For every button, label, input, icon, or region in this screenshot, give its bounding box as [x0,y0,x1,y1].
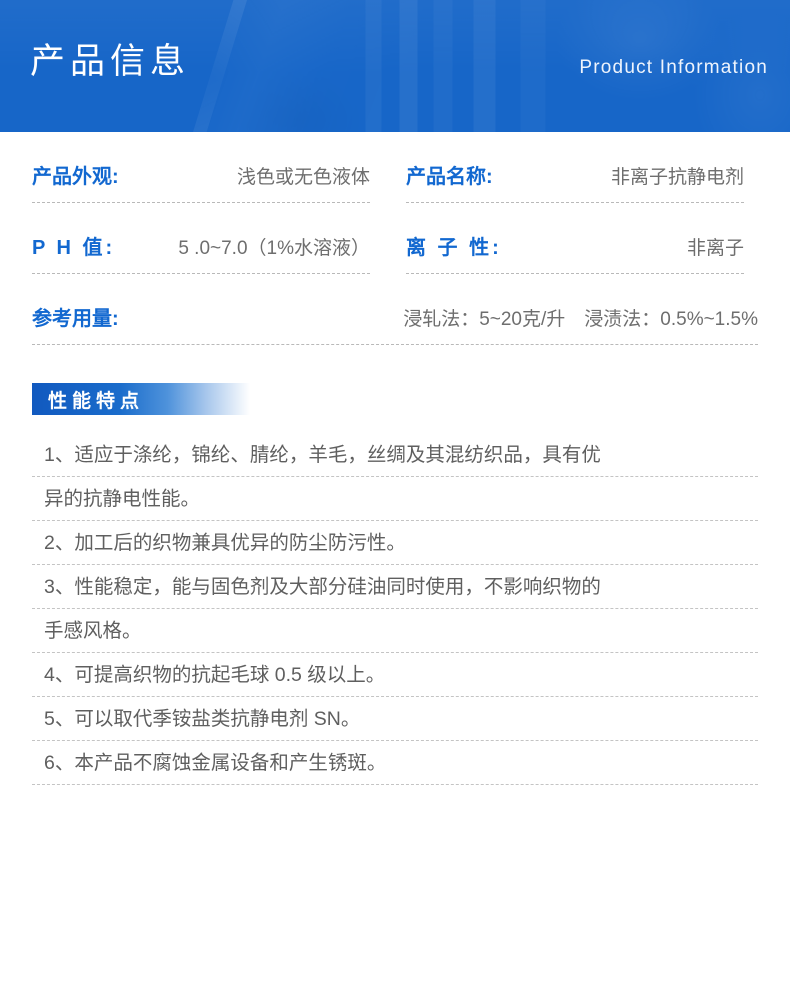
spec-value-product-name: 非离子抗静电剂 [610,167,744,188]
page-header-banner: 产品信息 Product Information [0,0,790,132]
spec-label-ph: P H 值: [32,237,116,259]
page-title: 产品信息 [30,42,191,81]
spec-grid: 产品外观: 浅色或无色液体 产品名称: 非离子抗静电剂 P H 值: 5 .0~… [0,160,790,367]
spec-row-ionicity: 离 子 性: 非离子 [406,231,744,274]
spec-value-ionicity: 非离子 [686,238,744,259]
list-item: 手感风格。 [32,609,758,653]
spec-label-appearance: 产品外观: [32,166,119,188]
spec-label-product-name: 产品名称: [406,166,493,188]
list-item: 3、性能稳定，能与固色剂及大部分硅油同时使用，不影响织物的 [32,565,758,609]
list-item: 5、可以取代季铵盐类抗静电剂 SN。 [32,697,758,741]
list-item: 2、加工后的织物兼具优异的防尘防污性。 [32,521,758,565]
section-header-performance-features: 性能特点 [32,383,250,415]
product-spec-table: 产品外观: 浅色或无色液体 产品名称: 非离子抗静电剂 P H 值: 5 .0~… [0,160,790,367]
spec-row-product-name: 产品名称: 非离子抗静电剂 [406,160,744,203]
section-header-label: 性能特点 [48,390,145,412]
spec-value-dosage: 浸轧法：5~20克/升 浸渍法：0.5%~1.5% [403,309,758,330]
list-item: 异的抗静电性能。 [32,477,758,521]
list-item: 1、适应于涤纶，锦纶、腈纶，羊毛，丝绸及其混纺织品，具有优 [32,433,758,477]
spec-row-ph: P H 值: 5 .0~7.0（1%水溶液） [32,231,370,274]
list-item: 6、本产品不腐蚀金属设备和产生锈斑。 [32,741,758,785]
performance-feature-list: 1、适应于涤纶，锦纶、腈纶，羊毛，丝绸及其混纺织品，具有优 异的抗静电性能。 2… [32,433,758,785]
spec-row-appearance: 产品外观: 浅色或无色液体 [32,160,370,203]
spec-value-appearance: 浅色或无色液体 [236,167,370,188]
spec-label-ionicity: 离 子 性: [406,237,502,259]
list-item: 4、可提高织物的抗起毛球 0.5 级以上。 [32,653,758,697]
spec-row-dosage: 参考用量: 浸轧法：5~20克/升 浸渍法：0.5%~1.5% [32,302,758,345]
spec-label-dosage: 参考用量: [32,308,119,330]
page-subtitle-english: Product Information [579,57,768,78]
spec-value-ph: 5 .0~7.0（1%水溶液） [178,238,370,259]
